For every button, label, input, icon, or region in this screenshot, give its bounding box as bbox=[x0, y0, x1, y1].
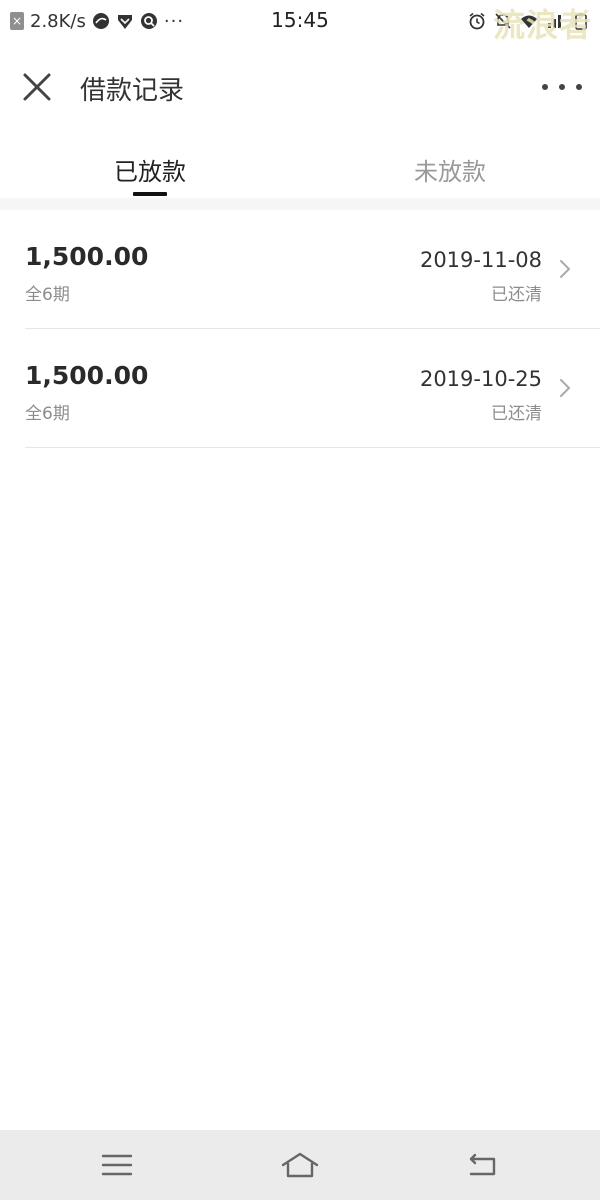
tab-disbursed[interactable]: 已放款 bbox=[0, 152, 300, 187]
close-icon[interactable] bbox=[18, 68, 56, 106]
dot bbox=[576, 84, 582, 90]
dot bbox=[559, 84, 565, 90]
loan-date: 2019-10-25 bbox=[419, 367, 542, 391]
row-divider bbox=[25, 447, 600, 448]
system-navigation-bar bbox=[0, 1130, 600, 1200]
chevron-right-icon bbox=[560, 260, 571, 278]
loan-date: 2019-11-08 bbox=[419, 248, 542, 272]
section-divider bbox=[0, 198, 600, 210]
alarm-icon bbox=[469, 12, 485, 30]
loan-record-row[interactable]: 1,500.00 全6期 2019-11-08 已还清 bbox=[0, 210, 600, 329]
loan-record-row[interactable]: 1,500.00 全6期 2019-10-25 已还清 bbox=[0, 329, 600, 448]
loan-amount: 1,500.00 bbox=[25, 242, 149, 271]
active-tab-indicator bbox=[133, 192, 167, 196]
page-title: 借款记录 bbox=[80, 76, 185, 106]
dot bbox=[542, 84, 548, 90]
tab-not-disbursed[interactable]: 未放款 bbox=[300, 152, 600, 187]
loan-amount: 1,500.00 bbox=[25, 361, 149, 390]
loan-status: 已还清 bbox=[491, 285, 542, 305]
home-icon[interactable] bbox=[280, 1146, 320, 1186]
loan-record-list: 1,500.00 全6期 2019-11-08 已还清 1,500.00 全6期… bbox=[0, 210, 600, 448]
status-bar: × 2.8K/s ··· 15:45 流浪者 bbox=[0, 0, 600, 44]
chevron-right-icon bbox=[560, 379, 571, 397]
watermark-logo: 流浪者 bbox=[492, 6, 592, 44]
loan-status: 已还清 bbox=[491, 404, 542, 424]
menu-icon[interactable] bbox=[97, 1146, 137, 1186]
loan-term: 全6期 bbox=[25, 404, 70, 424]
tab-bar: 已放款 未放款 bbox=[0, 134, 600, 198]
loan-term: 全6期 bbox=[25, 285, 70, 305]
more-dots-icon[interactable] bbox=[542, 78, 582, 96]
back-icon[interactable] bbox=[463, 1146, 503, 1186]
app-header: 借款记录 bbox=[0, 42, 600, 134]
